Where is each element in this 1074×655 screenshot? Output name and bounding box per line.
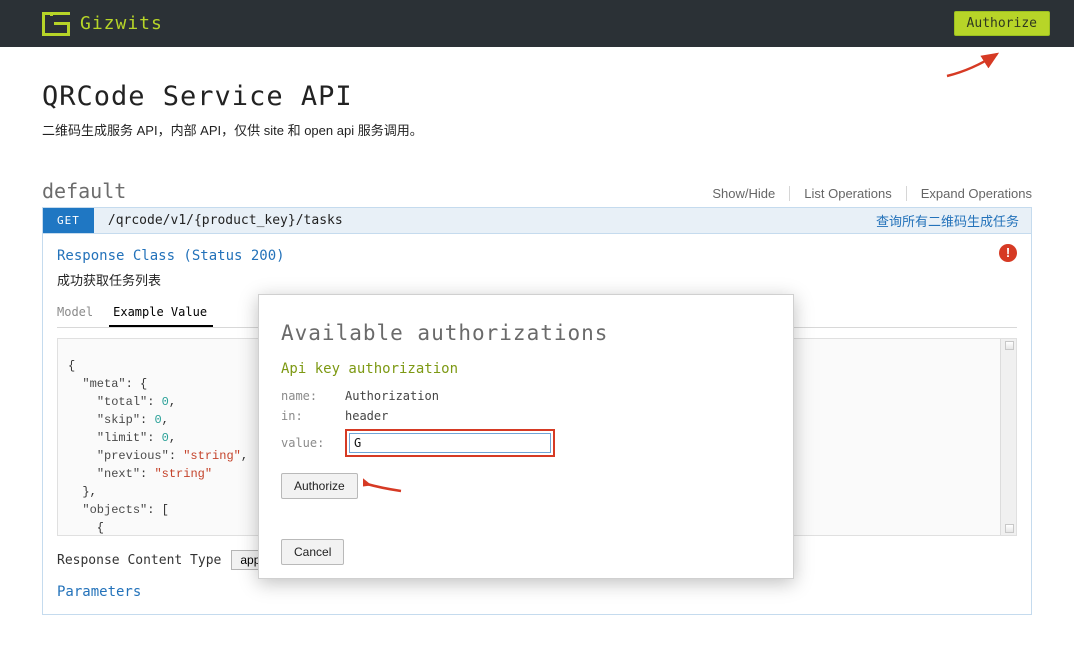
warning-icon[interactable]: !	[999, 244, 1017, 262]
response-content-type-label: Response Content Type	[57, 553, 221, 568]
http-method-badge: GET	[43, 208, 94, 233]
brand-logo: Gizwits	[42, 12, 163, 36]
auth-value-input[interactable]	[349, 433, 551, 453]
action-expand-operations[interactable]: Expand Operations	[907, 186, 1032, 201]
modal-subtitle: Api key authorization	[281, 361, 771, 377]
auth-in-value: header	[345, 409, 388, 423]
header-bar: Gizwits Authorize	[0, 0, 1074, 47]
authorizations-modal: Available authorizations Api key authori…	[258, 294, 794, 579]
action-list-operations[interactable]: List Operations	[790, 186, 906, 201]
gizwits-logo-icon	[42, 12, 70, 36]
section-actions: Show/Hide List Operations Expand Operati…	[698, 186, 1032, 201]
action-show-hide[interactable]: Show/Hide	[698, 186, 790, 201]
operation-path: /qrcode/v1/{product_key}/tasks	[94, 213, 343, 228]
authorize-button-top[interactable]: Authorize	[954, 11, 1050, 36]
section-header: default Show/Hide List Operations Expand…	[42, 179, 1032, 203]
auth-name-label: name:	[281, 389, 345, 403]
operation-header[interactable]: GET /qrcode/v1/{product_key}/tasks 查询所有二…	[42, 207, 1032, 234]
cancel-button[interactable]: Cancel	[281, 539, 344, 565]
tab-example-value[interactable]: Example Value	[109, 301, 213, 327]
tab-model[interactable]: Model	[57, 301, 103, 327]
auth-in-label: in:	[281, 409, 345, 423]
page-description: 二维码生成服务 API，内部 API，仅供 site 和 open api 服务…	[42, 120, 1032, 139]
response-class-heading: Response Class (Status 200)	[57, 248, 1017, 264]
auth-name-value: Authorization	[345, 389, 439, 403]
operation-summary[interactable]: 查询所有二维码生成任务	[876, 211, 1031, 230]
modal-title: Available authorizations	[281, 321, 771, 345]
page-title: QRCode Service API	[42, 81, 1032, 112]
auth-value-highlight-box	[345, 429, 555, 457]
section-name[interactable]: default	[42, 179, 126, 203]
brand-name: Gizwits	[80, 13, 163, 34]
authorize-button-modal[interactable]: Authorize	[281, 473, 358, 499]
auth-value-label: value:	[281, 436, 345, 450]
parameters-heading: Parameters	[57, 584, 1017, 600]
response-note: 成功获取任务列表	[57, 270, 1017, 289]
annotation-arrow-modal-icon	[363, 477, 403, 495]
scrollbar[interactable]	[1000, 339, 1016, 535]
